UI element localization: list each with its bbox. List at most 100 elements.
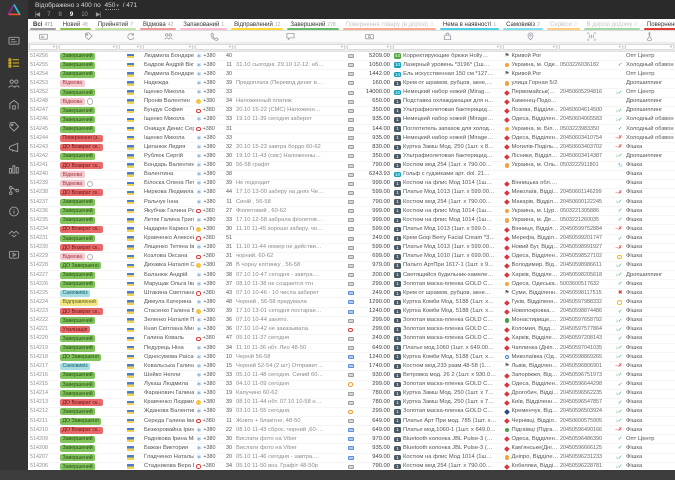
tab-11[interactable]: В дорозі додому0 xyxy=(582,19,642,30)
tracking-number[interactable]: 20450600122245 xyxy=(560,199,602,206)
filter-customer[interactable]: ▾ xyxy=(143,44,193,50)
table-row[interactable]: 514235ЗавершенийЛетяк Галина Григо…∗+380… xyxy=(28,216,675,225)
table-row[interactable]: 514253ВідмоваНадежда∗+38039Предоплата (П… xyxy=(28,79,675,88)
table-row[interactable]: 514215ЗавершенийЛукаш Людмила∗+3803304.1… xyxy=(28,381,675,390)
table-row[interactable]: 514238ДО Возврат ск..Ниркова Людмила∗+38… xyxy=(28,189,675,198)
page-10[interactable]: 10 xyxy=(81,12,88,19)
tracking-number[interactable]: 5003600517632 xyxy=(560,281,599,288)
table-row[interactable]: 514254ЗавершенийЛюдмила Бондарен…∗+38030… xyxy=(28,70,675,79)
tab-0[interactable]: Всі471 xyxy=(28,19,58,30)
table-row[interactable]: 514252ЗавершенийІщенко Микола∗+380331400… xyxy=(28,89,675,98)
tracking-number[interactable]: 20450598869265 xyxy=(560,354,602,361)
table-row[interactable]: 514227ЗавершенийБаланюк Андрій∗+3803807.… xyxy=(28,271,675,280)
table-row[interactable]: 514248ВідмоваПронів Валентин+38034Наложе… xyxy=(28,98,675,107)
tracking-number[interactable]: 20450597577864 xyxy=(560,326,602,333)
table-row[interactable]: 514229ВідмоваКозлова Оксана+38031чорний,… xyxy=(28,253,675,262)
column-delivery[interactable] xyxy=(502,31,558,42)
filter-status[interactable]: ▾ xyxy=(59,44,117,50)
table-row[interactable]: 514246ЗавершенийІщенко Микола∗+3803319.1… xyxy=(28,116,675,125)
table-row[interactable]: 514214ЗавершенийФаранович Галина∗+38019К… xyxy=(28,390,675,399)
column-status[interactable] xyxy=(58,31,118,42)
page-8[interactable]: 8 xyxy=(59,12,62,19)
tracking-number[interactable]: 20450596547857 xyxy=(560,399,602,406)
table-row[interactable]: 514207ЗавершенийГладченко Наталья…∗+3802… xyxy=(28,454,675,463)
table-row[interactable]: 514210ДО Возврат ск..Безкоровайна Ірина∗… xyxy=(28,426,675,435)
tracking-number[interactable]: 20450598527102 xyxy=(560,253,602,260)
table-row[interactable]: 514244Повернення (з..Іщенко Микола∗+3803… xyxy=(28,134,675,143)
tracking-number[interactable]: 20450597208143 xyxy=(560,335,602,342)
tracking-number[interactable]: 20450599201747 xyxy=(560,235,602,242)
column-products[interactable] xyxy=(392,31,502,42)
table-row[interactable]: 514247ЗавершенийБундук София+3803320.10 … xyxy=(28,107,675,116)
tracking-number[interactable]: 20450601146299 xyxy=(560,189,602,196)
table-row[interactable]: 514239ВідмоваБілоска Олена Петр…∗+38039Н… xyxy=(28,180,675,189)
table-row[interactable]: 514245ЗавершенийОнищук Денис Сергі…+3803… xyxy=(28,125,675,134)
table-row[interactable]: 514230ДО Возврат ск..Лященко Тетяна Іва…… xyxy=(28,244,675,253)
column-id[interactable] xyxy=(28,31,58,42)
table-row[interactable]: 514209ЗавершенийРаднікова Ірина Ми…∗+380… xyxy=(28,435,675,444)
tracking-number[interactable]: 0503223983350 xyxy=(560,126,599,133)
sidebar-item-dashboard[interactable] xyxy=(5,33,23,48)
tab-1[interactable]: Новий48 xyxy=(58,19,93,30)
sidebar-item-partners[interactable] xyxy=(5,226,23,241)
filter-tracking[interactable]: ▾ xyxy=(559,44,623,50)
table-row[interactable]: 514241ДО Возврат ск..Бондарь Валентина…∗… xyxy=(28,162,675,171)
tracking-number[interactable]: 20450598874486 xyxy=(560,308,602,315)
tab-7[interactable]: Повернення товару (в дорозі)0 xyxy=(341,19,438,30)
tracking-number[interactable]: 20450596806901 xyxy=(560,363,602,370)
tab-6[interactable]: Завершений278 xyxy=(285,19,340,30)
column-tracking[interactable] xyxy=(558,31,624,42)
tracking-number[interactable]: 20450598117515 xyxy=(560,290,602,297)
column-comment[interactable] xyxy=(234,31,346,42)
tracking-number[interactable]: 20450596231233 xyxy=(560,454,602,461)
table-row[interactable]: 514220ЗавершенийГалина Коваль+3804705.10… xyxy=(28,335,675,344)
table-row[interactable]: 514211ДО ЗавершеноСереда Галина Івані…+3… xyxy=(28,417,675,426)
tracking-number[interactable]: 20450597988332 xyxy=(560,299,602,306)
table-row[interactable]: 514255ЗавершенийБадров Андрій Вікт…∗+380… xyxy=(28,61,675,70)
tab-4[interactable]: Запакований1 xyxy=(178,19,229,30)
sidebar-item-tutorials[interactable] xyxy=(5,247,23,262)
tracking-number[interactable]: 20450597658792 xyxy=(560,317,602,324)
table-row[interactable]: 514213ДО Возврат ск..Кравченко Людмила+3… xyxy=(28,399,675,408)
tracking-number[interactable]: 20450596486390 xyxy=(560,436,602,443)
tab-8[interactable]: Нема в наявності1 xyxy=(438,19,501,30)
tracking-number[interactable]: 0503222911801 xyxy=(560,162,599,169)
table-row[interactable]: 514237ЗавершенийРальчук Інна∗+38011Синій… xyxy=(28,198,675,207)
tracking-number[interactable]: 0503226036182 xyxy=(560,62,599,69)
tracking-number[interactable]: 20450604065583 xyxy=(560,116,602,123)
table-row[interactable]: 514242ЗавершенийРублюк Сергій∗+3803019.1… xyxy=(28,152,675,161)
tracking-number[interactable]: 20450596751973 xyxy=(560,372,602,379)
table-row[interactable]: 514243ДО Возврат ск..Циганюк Лидия∗+3803… xyxy=(28,143,675,152)
filter-phone[interactable]: ▾ xyxy=(195,44,233,50)
tab-10[interactable]: Сервіси0 xyxy=(545,19,582,30)
table-row[interactable]: 514222ЗавершенийЗеленко Наталія Па…∗+380… xyxy=(28,317,675,326)
table-row[interactable]: 514217СамовивізКовальська Галина∗+38015Ч… xyxy=(28,362,675,371)
table-row[interactable]: 514221УтилізаціяКнап Світлана Миха…∗+380… xyxy=(28,326,675,335)
first-page-button[interactable]: |◀ xyxy=(35,12,39,19)
filter-country[interactable]: ▾ xyxy=(119,44,141,50)
column-customer[interactable] xyxy=(142,31,194,42)
tab-9[interactable]: Самовивіз2 xyxy=(501,19,545,30)
range-selector[interactable]: 450▾ xyxy=(105,2,119,10)
tracking-number[interactable]: 20450599752884 xyxy=(560,226,602,233)
filter-products[interactable]: ▾ xyxy=(393,44,501,50)
tracking-number[interactable]: 20450604614500 xyxy=(560,107,602,114)
filter-delivery[interactable]: ▾ xyxy=(503,44,557,50)
filter-comment[interactable]: ▾ xyxy=(235,44,345,50)
table-row[interactable]: 514240ВідмоваВалентина∗+380386243.9310Го… xyxy=(28,171,675,180)
tracking-number[interactable]: 20450596644298 xyxy=(560,381,602,388)
column-country[interactable] xyxy=(118,31,142,42)
table-row[interactable]: 514218ДО ЗавершеноОдносумова Раїса І…∗+3… xyxy=(28,353,675,362)
last-page-button[interactable]: ▶| xyxy=(96,12,100,19)
sidebar-item-counterparties[interactable] xyxy=(5,76,23,91)
sidebar-item-info[interactable] xyxy=(5,204,23,219)
sidebar-item-orders[interactable] xyxy=(5,55,23,70)
app-logo[interactable] xyxy=(6,3,22,22)
tab-3[interactable]: Відмова42 xyxy=(138,19,178,30)
sidebar-item-integrations[interactable] xyxy=(5,183,23,198)
column-phone[interactable] xyxy=(194,31,234,42)
page-7[interactable]: 7 xyxy=(47,12,50,19)
table-row[interactable]: 514225СамовивізШтакина Светлана+3804307.… xyxy=(28,289,675,298)
tracking-number[interactable]: 20450596490166 xyxy=(560,427,602,434)
column-total[interactable] xyxy=(346,31,392,42)
